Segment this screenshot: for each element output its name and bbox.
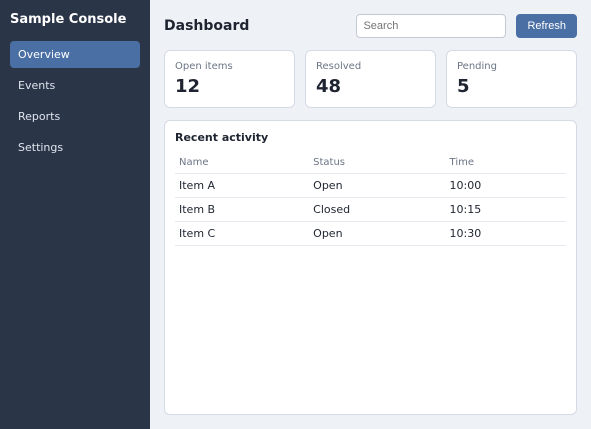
activity-table: Name Status Time Item A Open 10:00 Item … [175, 152, 566, 246]
card-value: 48 [316, 76, 342, 97]
main-area: Dashboard Refresh Open items 12 Resolved… [150, 0, 591, 429]
table-cell: Closed [309, 197, 446, 222]
table-row[interactable]: Item C Open 10:30 [175, 221, 566, 246]
table-row[interactable]: Item B Closed 10:15 [175, 197, 566, 222]
table-cell: Open [309, 173, 446, 198]
column-header: Name [175, 152, 310, 174]
table-cell: Item C [175, 221, 310, 246]
summary-card: Pending 5 [446, 50, 577, 108]
nav-item-events[interactable]: Events [10, 72, 140, 99]
panel-title: Recent activity [175, 131, 269, 144]
refresh-button[interactable]: Refresh [516, 14, 577, 38]
table-cell: 10:30 [445, 221, 566, 246]
table-header-row: Name Status Time [175, 152, 566, 174]
nav-item-settings[interactable]: Settings [10, 134, 140, 161]
table-cell: 10:00 [445, 173, 566, 198]
summary-card: Resolved 48 [305, 50, 436, 108]
nav-item-overview[interactable]: Overview [10, 41, 140, 68]
column-header: Time [445, 152, 566, 174]
summary-cards: Open items 12 Resolved 48 Pending 5 [164, 50, 577, 108]
card-label: Open items [175, 61, 233, 72]
card-label: Resolved [316, 61, 362, 72]
brand-name: Sample Console [10, 12, 127, 27]
card-label: Pending [457, 61, 497, 72]
card-value: 12 [175, 76, 201, 97]
summary-card: Open items 12 [164, 50, 295, 108]
nav-item-reports[interactable]: Reports [10, 103, 140, 130]
page-title: Dashboard [164, 18, 250, 34]
table-cell: Item B [175, 197, 310, 222]
app-shell: Sample Console Overview Events Reports S… [0, 0, 591, 429]
search-input[interactable] [356, 14, 507, 38]
sidebar: Sample Console Overview Events Reports S… [0, 0, 150, 429]
column-header: Status [309, 152, 446, 174]
activity-panel: Recent activity Name Status Time Item A … [164, 120, 577, 415]
table-cell: 10:15 [445, 197, 566, 222]
table-cell: Item A [175, 173, 310, 198]
card-value: 5 [457, 76, 470, 97]
table-cell: Open [309, 221, 446, 246]
table-row[interactable]: Item A Open 10:00 [175, 173, 566, 198]
topbar: Dashboard Refresh [164, 14, 577, 38]
